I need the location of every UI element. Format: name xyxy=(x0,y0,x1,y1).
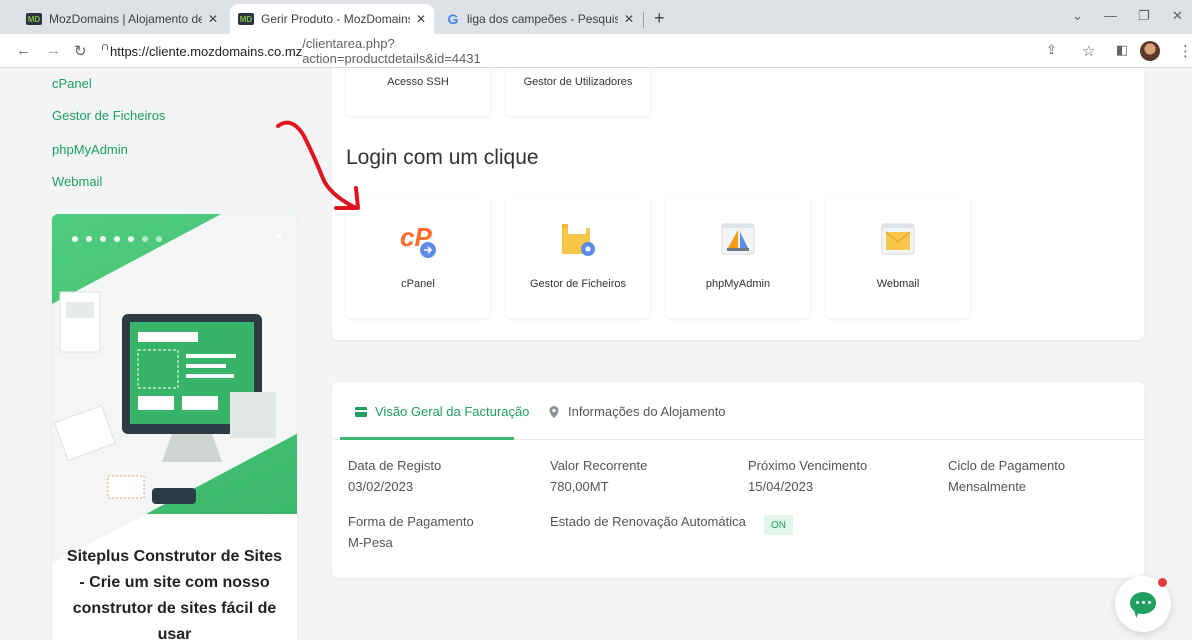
label-payment-method: Forma de Pagamento xyxy=(348,514,474,529)
tile-ssh-access[interactable]: Acesso SSH xyxy=(346,68,490,116)
tab-separator xyxy=(643,12,644,28)
billing-tabs: Visão Geral da Facturação Informações do… xyxy=(334,388,1144,440)
siteplus-promo-panel[interactable]: × Siteplus Construtor de Sites - Crie um… xyxy=(52,214,297,640)
tab-billing-overview[interactable]: Visão Geral da Facturação xyxy=(354,404,529,419)
tab-title: liga dos campeões - Pesquisa Go xyxy=(467,12,618,26)
red-arrow-annotation-icon xyxy=(276,120,360,210)
minimize-icon[interactable]: — xyxy=(1104,8,1117,23)
chat-dots-icon xyxy=(1136,601,1151,604)
tab-label: Informações do Alojamento xyxy=(568,404,726,419)
close-tab-icon[interactable]: ✕ xyxy=(416,12,426,26)
profile-avatar[interactable] xyxy=(1140,41,1160,61)
browser-address-bar: ← → ↻ https://cliente.mozdomains.co.mz/c… xyxy=(0,34,1192,68)
url-path: /clientarea.php?action=productdetails&id… xyxy=(302,36,481,66)
auto-renewal-status-badge: ON xyxy=(764,515,793,535)
sidebar-link-cpanel[interactable]: cPanel xyxy=(52,76,92,91)
tile-label: Acesso SSH xyxy=(387,76,449,88)
browser-tab-google-search[interactable]: G liga dos campeões - Pesquisa Go ✕ xyxy=(438,4,642,34)
label-billing-cycle: Ciclo de Pagamento xyxy=(948,458,1066,473)
tab-title: Gerir Produto - MozDomains xyxy=(261,12,410,26)
value-registration-date: 03/02/2023 xyxy=(348,479,414,494)
tab-title: MozDomains | Alojamento de Si xyxy=(49,12,202,26)
share-icon[interactable]: ⇪ xyxy=(1046,42,1057,58)
tile-label: phpMyAdmin xyxy=(705,278,771,290)
cpanel-icon: cP xyxy=(400,222,436,258)
bookmark-star-icon[interactable]: ☆ xyxy=(1082,42,1095,60)
forward-arrow-icon[interactable]: → xyxy=(46,42,61,59)
page-content: cPanel Gestor de Ficheiros phpMyAdmin We… xyxy=(0,68,1192,640)
label-recurring-amount: Valor Recorrente xyxy=(550,458,648,473)
location-pin-icon xyxy=(549,405,559,418)
label-next-due-date: Próximo Vencimento xyxy=(748,458,868,473)
login-tile-file-manager[interactable]: Gestor de Ficheiros xyxy=(506,196,650,318)
site-builder-illustration-icon xyxy=(53,291,276,504)
close-promo-button[interactable]: × xyxy=(274,228,283,245)
live-chat-button[interactable] xyxy=(1115,576,1171,632)
tab-search-icon[interactable]: ⌄ xyxy=(1072,8,1083,24)
active-tab-indicator xyxy=(340,437,514,440)
tile-user-manager[interactable]: Gestor de Utilizadores xyxy=(506,68,650,116)
carousel-dots[interactable] xyxy=(72,236,162,242)
label-registration-date: Data de Registo xyxy=(348,458,442,473)
restore-icon[interactable]: ❐ xyxy=(1138,8,1150,24)
billing-card-icon xyxy=(355,406,367,417)
mozdomains-favicon-icon: MD xyxy=(26,13,42,25)
tile-label: Gestor de Ficheiros xyxy=(530,278,626,290)
side-panel-icon[interactable]: ◧ xyxy=(1116,42,1128,58)
tab-label: Visão Geral da Facturação xyxy=(375,404,530,419)
notification-dot-icon xyxy=(1158,578,1167,587)
reload-icon[interactable]: ↻ xyxy=(74,42,87,60)
url-host: https://cliente.mozdomains.co.mz xyxy=(110,43,303,59)
browser-tab-gerir-produto[interactable]: MD Gerir Produto - MozDomains ✕ xyxy=(230,4,434,34)
value-payment-method: M-Pesa xyxy=(348,535,393,550)
label-auto-renewal: Estado de Renovação Automática xyxy=(550,514,746,529)
tile-label: Gestor de Utilizadores xyxy=(523,76,633,88)
google-favicon-icon: G xyxy=(447,11,459,27)
browser-tab-bar: MD MozDomains | Alojamento de Si ✕ MD Ge… xyxy=(0,0,1192,34)
login-tile-webmail[interactable]: Webmail xyxy=(826,196,970,318)
sidebar-link-webmail[interactable]: Webmail xyxy=(52,174,102,189)
tile-label: cPanel xyxy=(401,278,435,290)
value-billing-cycle: Mensalmente xyxy=(948,479,1027,494)
phpmyadmin-icon xyxy=(721,223,755,255)
sidebar-link-phpmyadmin[interactable]: phpMyAdmin xyxy=(52,142,128,157)
value-recurring-amount: 780,00MT xyxy=(550,479,609,494)
new-tab-button[interactable]: + xyxy=(654,8,665,29)
browser-tab-mozdomains[interactable]: MD MozDomains | Alojamento de Si ✕ xyxy=(18,4,226,34)
mozdomains-favicon-icon: MD xyxy=(238,13,254,25)
tile-label: Webmail xyxy=(876,278,920,290)
value-next-due-date: 15/04/2023 xyxy=(748,479,814,494)
tab-hosting-info[interactable]: Informações do Alojamento xyxy=(548,404,726,419)
login-tile-phpmyadmin[interactable]: phpMyAdmin xyxy=(666,196,810,318)
webmail-envelope-icon xyxy=(881,223,915,255)
url-omnibox[interactable]: https://cliente.mozdomains.co.mz/clienta… xyxy=(100,36,481,66)
menu-kebab-icon[interactable]: ⋮ xyxy=(1178,42,1192,60)
close-window-icon[interactable]: ✕ xyxy=(1172,8,1183,24)
back-arrow-icon[interactable]: ← xyxy=(16,42,31,59)
promo-text: Siteplus Construtor de Sites - Crie um s… xyxy=(66,548,283,640)
folder-icon xyxy=(562,222,595,256)
close-tab-icon[interactable]: ✕ xyxy=(624,12,634,26)
sidebar-link-file-manager[interactable]: Gestor de Ficheiros xyxy=(52,108,165,123)
close-tab-icon[interactable]: ✕ xyxy=(208,12,218,26)
